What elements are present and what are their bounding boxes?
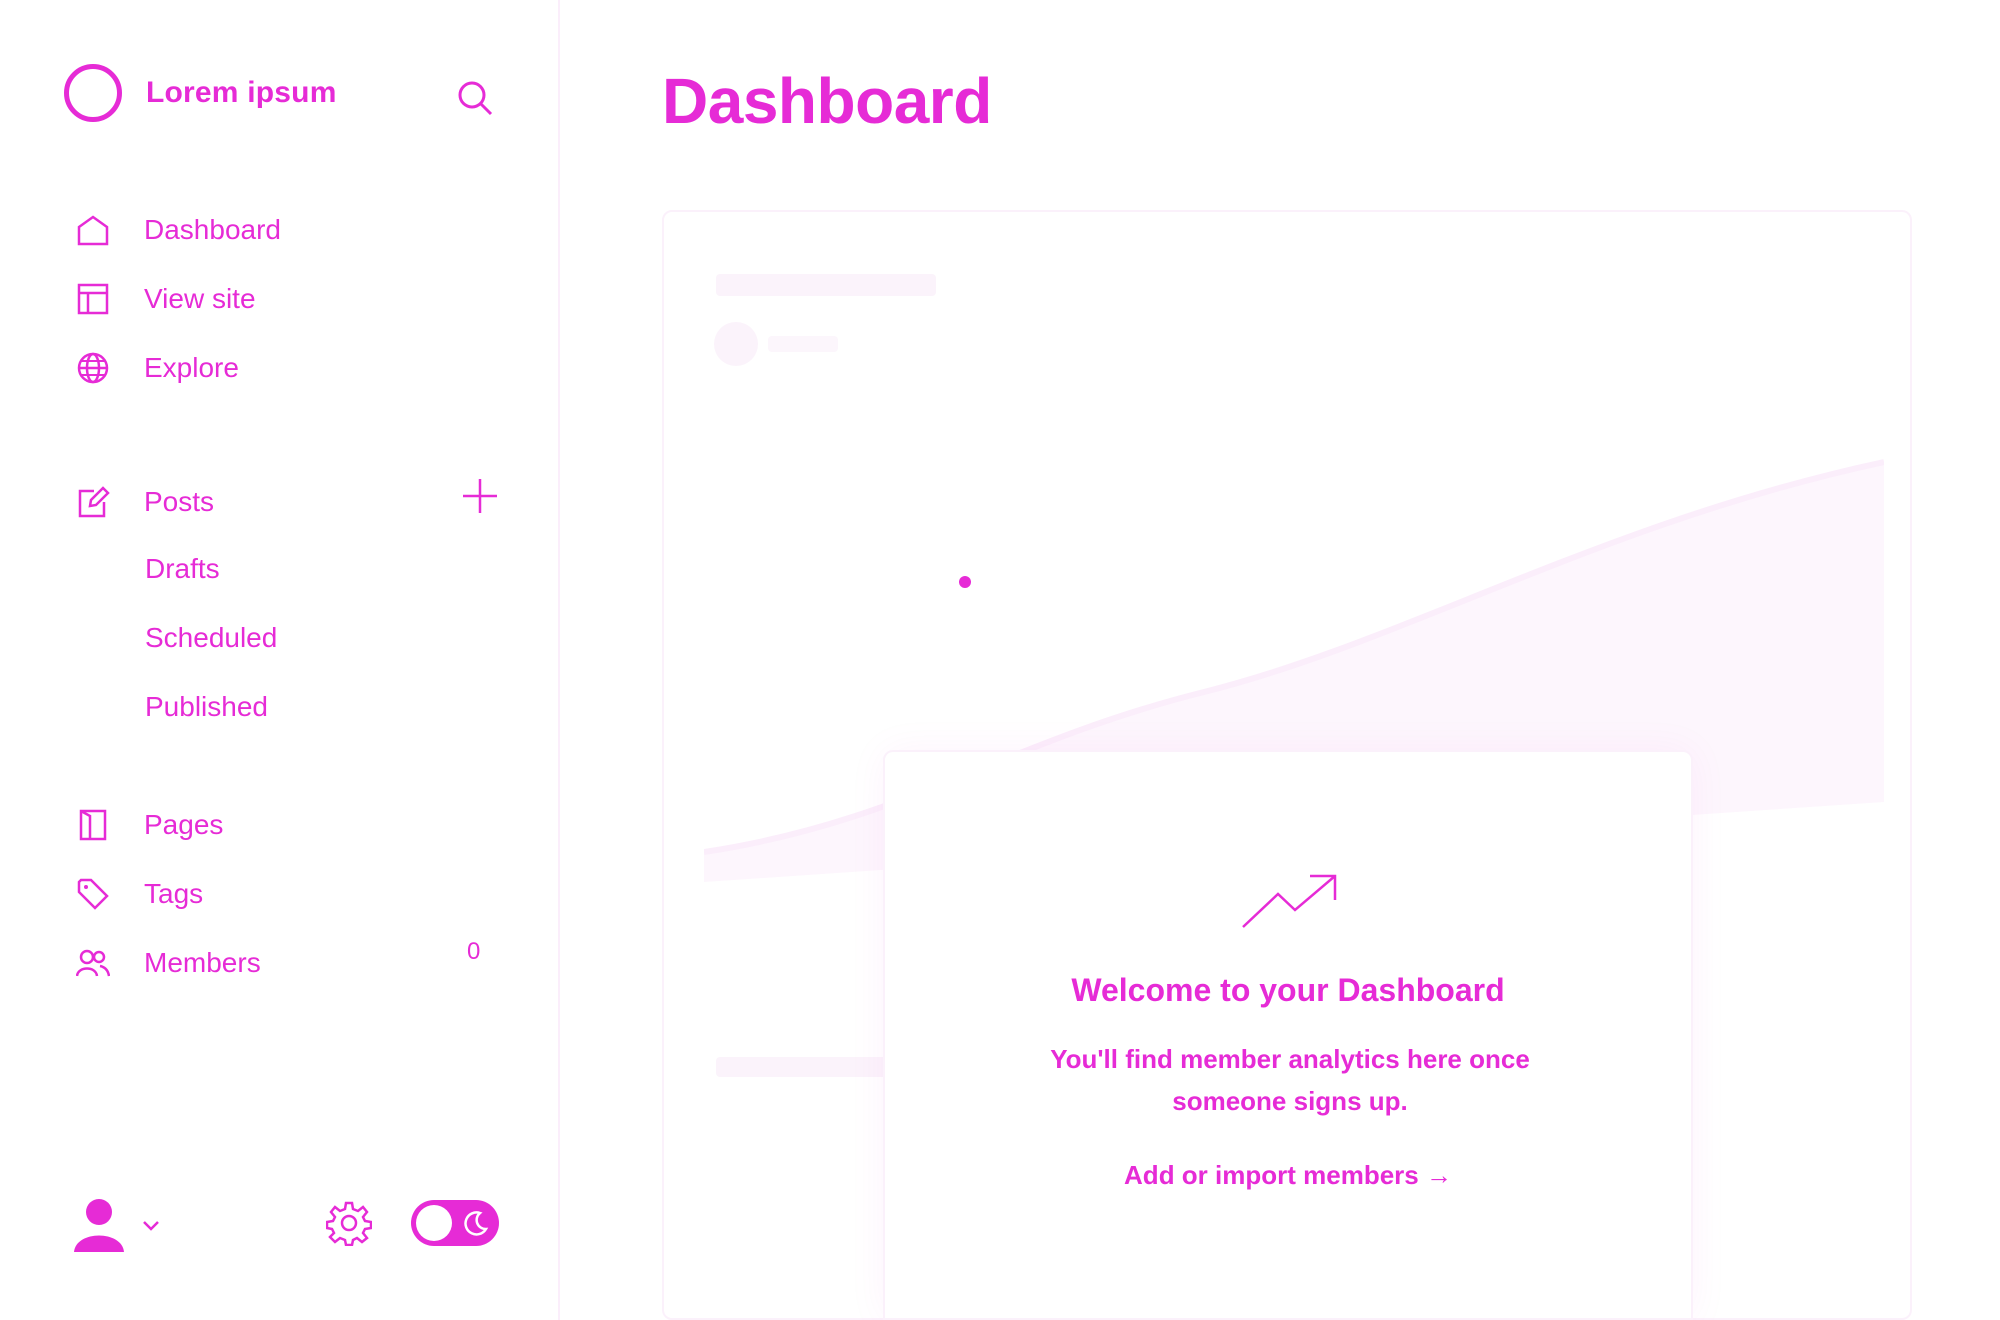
plus-icon[interactable] xyxy=(460,476,500,516)
globe-icon xyxy=(76,351,110,385)
sidebar-item-view-site[interactable]: View site xyxy=(76,277,256,321)
sidebar-item-explore[interactable]: Explore xyxy=(76,346,239,390)
empty-state-title: Welcome to your Dashboard xyxy=(1071,972,1505,1008)
sidebar-item-label: Posts xyxy=(144,486,215,517)
sidebar-subitem-scheduled[interactable]: Scheduled xyxy=(145,622,277,654)
avatar-icon xyxy=(72,1196,126,1254)
members-icon xyxy=(76,946,110,980)
brand[interactable]: Lorem ipsum xyxy=(64,64,337,122)
dark-mode-toggle[interactable] xyxy=(411,1200,499,1246)
placeholder-title xyxy=(716,274,936,296)
toggle-knob xyxy=(416,1205,452,1241)
sidebar-item-label: Explore xyxy=(144,352,239,383)
edit-icon xyxy=(76,485,110,519)
trend-icon xyxy=(1240,872,1340,932)
tag-icon xyxy=(76,877,110,911)
sidebar-item-pages[interactable]: Pages xyxy=(76,803,223,847)
sidebar-item-dashboard[interactable]: Dashboard xyxy=(76,208,281,252)
page-title: Dashboard xyxy=(662,65,992,137)
members-count-badge: 0 xyxy=(467,938,481,965)
home-icon xyxy=(76,213,110,247)
layout-icon xyxy=(76,282,110,316)
search-icon[interactable] xyxy=(455,78,495,118)
sidebar-item-tags[interactable]: Tags xyxy=(76,872,203,916)
mouse-cursor xyxy=(959,576,971,588)
gear-icon[interactable] xyxy=(325,1200,373,1247)
sidebar-subitem-published[interactable]: Published xyxy=(145,691,268,723)
page-icon xyxy=(76,808,110,842)
sidebar-item-posts[interactable]: Posts xyxy=(76,480,214,524)
add-members-link[interactable]: Add or import members → xyxy=(885,1160,1691,1191)
sidebar-subitem-drafts[interactable]: Drafts xyxy=(145,553,220,585)
sidebar-item-label: Tags xyxy=(144,878,204,909)
placeholder-subtitle xyxy=(768,336,838,352)
user-menu[interactable] xyxy=(72,1196,164,1254)
sidebar: Lorem ipsum Dashboard View site Explore … xyxy=(0,0,560,1320)
empty-state-panel: Welcome to your Dashboard You'll find me… xyxy=(883,750,1693,1320)
sidebar-item-label: Dashboard xyxy=(144,214,281,245)
placeholder-dot xyxy=(714,322,758,366)
sidebar-item-label: Pages xyxy=(144,809,224,840)
chevron-down-icon xyxy=(138,1212,164,1238)
logo-icon xyxy=(64,64,122,122)
sidebar-item-label: Members xyxy=(144,947,261,978)
empty-state-description: You'll find member analytics here once s… xyxy=(1050,1044,1530,1116)
brand-name: Lorem ipsum xyxy=(146,76,337,109)
moon-icon xyxy=(463,1210,489,1236)
sidebar-item-label: View site xyxy=(144,283,256,314)
sidebar-item-members[interactable]: Members xyxy=(76,941,261,985)
